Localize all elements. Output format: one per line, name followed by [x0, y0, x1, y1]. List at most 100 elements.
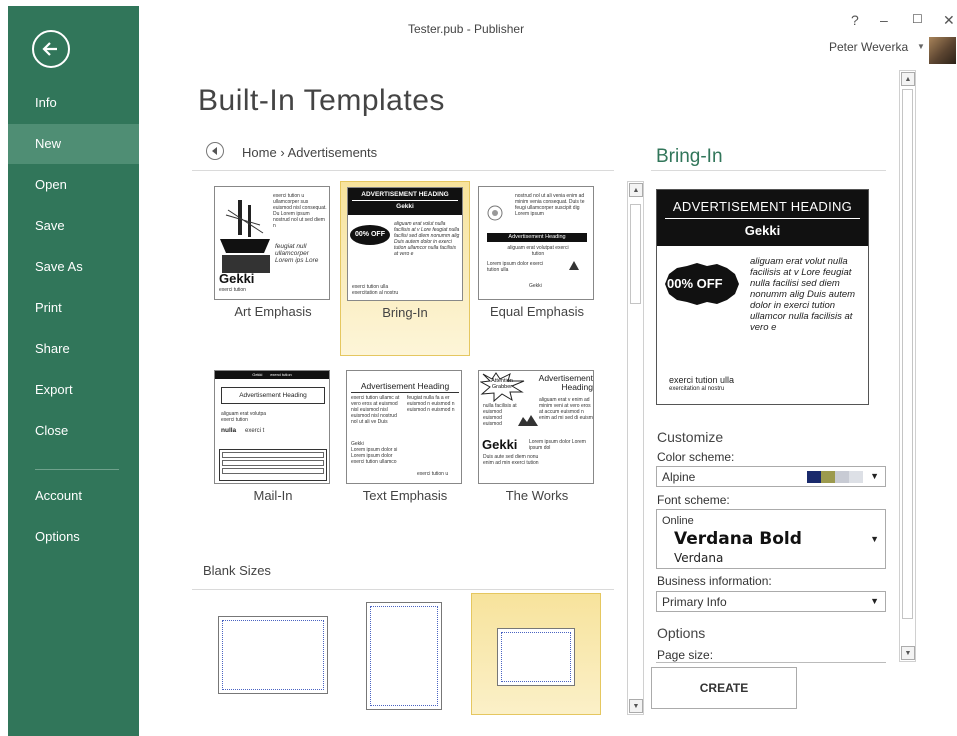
options-scrollbar[interactable]: ▲ ▼	[899, 70, 916, 662]
template-preview: ADVERTISEMENT HEADING Gekki 00% OFF alig…	[656, 189, 869, 405]
maximize-button[interactable]: ☐	[912, 12, 923, 26]
font-minor: Verdana	[674, 551, 724, 565]
color-scheme-value: Alpine	[662, 470, 696, 484]
thumb-burst: 00% OFF	[350, 225, 390, 245]
thumb-exerci: exerci tution	[219, 287, 246, 293]
blank-size-portrait[interactable]	[340, 594, 470, 714]
templates-scrollbar[interactable]: ▲ ▼	[627, 181, 644, 715]
swatch	[849, 471, 863, 483]
scroll-thumb[interactable]	[630, 204, 641, 304]
scroll-up-icon[interactable]: ▲	[901, 72, 915, 86]
thumb-italic-text: feugiat null ullamcorper Lorem ips Lore	[275, 243, 319, 264]
chevron-down-icon: ▼	[870, 471, 879, 481]
thumb-exerci-t: exerci t	[245, 428, 265, 434]
user-caret-icon[interactable]: ▼	[917, 42, 925, 51]
blank-size-small[interactable]	[471, 593, 601, 715]
minimize-button[interactable]: –	[880, 12, 888, 28]
preview-body: aliguam erat volut nulla facilisis at v …	[750, 256, 856, 333]
breadcrumb-separator: ›	[280, 145, 285, 160]
breadcrumb: Home › Advertisements	[242, 145, 377, 160]
nav-divider	[35, 469, 119, 470]
nav-save[interactable]: Save	[8, 206, 139, 246]
nav-options[interactable]: Options	[8, 517, 139, 557]
scene-icon	[518, 415, 538, 426]
template-thumbnail: Attention Grabber Advertisement Heading …	[478, 370, 594, 484]
back-triangle-icon	[212, 147, 217, 155]
blank-page-preview	[218, 616, 328, 694]
template-thumbnail: Advertisement Heading exerci tution ulla…	[346, 370, 462, 484]
nav-save-as[interactable]: Save As	[8, 247, 139, 287]
breadcrumb-home[interactable]: Home	[242, 145, 277, 160]
template-mail-in[interactable]: Gekki exerci tution Advertisement Headin…	[208, 365, 338, 540]
thumb-heading: Advertisement Heading	[221, 387, 325, 404]
emblem-icon	[487, 205, 503, 221]
template-label: Text Emphasis	[362, 488, 448, 503]
scroll-down-icon[interactable]: ▼	[629, 699, 643, 713]
template-text-emphasis[interactable]: Advertisement Heading exerci tution ulla…	[340, 365, 470, 540]
template-art-emphasis[interactable]: exerci tution u ullamcorper sus euismod …	[208, 181, 338, 356]
blank-sizes-heading: Blank Sizes	[203, 563, 271, 578]
template-label: The Works	[505, 488, 569, 503]
nav-open[interactable]: Open	[8, 165, 139, 205]
template-bring-in[interactable]: ADVERTISEMENT HEADING Gekki 00% OFF alig…	[340, 181, 470, 356]
font-scheme-dropdown[interactable]: Online Verdana Bold Verdana ▼	[656, 509, 886, 569]
template-thumbnail: nostrud nol ut ali venia enim ad minim v…	[478, 186, 594, 300]
scroll-up-icon[interactable]: ▲	[629, 183, 643, 197]
close-button[interactable]: ✕	[943, 12, 955, 29]
breadcrumb-current[interactable]: Advertisements	[288, 145, 378, 160]
preview-footer-small: exercitation al nostru	[669, 386, 725, 392]
thumb-heading: Advertisement Heading	[487, 233, 587, 242]
template-label: Mail-In	[253, 488, 293, 503]
nav-print[interactable]: Print	[8, 288, 139, 328]
divider	[192, 170, 614, 171]
thumb-attention: Attention Grabber	[491, 378, 513, 390]
scroll-down-icon[interactable]: ▼	[901, 646, 915, 660]
backstage-nav: Info New Open Save Save As Print Share E…	[8, 6, 139, 736]
chevron-down-icon: ▼	[870, 534, 879, 544]
scroll-thumb[interactable]	[902, 89, 913, 619]
template-the-works[interactable]: Attention Grabber Advertisement Heading …	[472, 365, 602, 540]
template-thumbnail: Gekki exerci tution Advertisement Headin…	[214, 370, 330, 484]
template-equal-emphasis[interactable]: nostrud nol ut ali venia enim ad minim v…	[472, 181, 602, 356]
nav-info[interactable]: Info	[8, 83, 139, 123]
nav-export[interactable]: Export	[8, 370, 139, 410]
preview-heading: ADVERTISEMENT HEADING	[672, 199, 853, 214]
preview-footer: exerci tution ulla	[669, 375, 735, 385]
thumb-sub: Gekki	[352, 200, 458, 210]
divider	[656, 662, 886, 663]
business-info-dropdown[interactable]: Primary Info ▼	[656, 591, 886, 612]
template-label: Bring-In	[382, 305, 428, 320]
thumb-gekki: Gekki	[482, 437, 518, 452]
options-heading: Options	[657, 625, 706, 641]
preview-sub: Gekki	[665, 218, 860, 238]
color-scheme-label: Color scheme:	[657, 450, 735, 464]
thumb-gekki-small: Gekki	[529, 283, 542, 289]
create-button[interactable]: CREATE	[651, 667, 797, 709]
chevron-down-icon: ▼	[870, 596, 879, 606]
swatch	[835, 471, 849, 483]
avatar[interactable]	[929, 37, 956, 64]
page-title: Built-In Templates	[198, 84, 445, 117]
customize-heading: Customize	[657, 429, 724, 445]
thumb-exerci-tution: exerci tution u	[417, 471, 449, 477]
back-button[interactable]	[32, 30, 70, 68]
business-info-value: Primary Info	[662, 595, 727, 609]
ship-illustration-icon	[220, 200, 270, 273]
user-name[interactable]: Peter Weverka	[829, 40, 908, 54]
swatch	[807, 471, 821, 483]
nav-account[interactable]: Account	[8, 476, 139, 516]
blank-size-landscape[interactable]	[208, 602, 338, 714]
font-scheme-label: Font scheme:	[657, 493, 730, 507]
nav-close[interactable]: Close	[8, 411, 139, 451]
color-scheme-dropdown[interactable]: Alpine ▼	[656, 466, 886, 487]
breadcrumb-back-button[interactable]	[206, 142, 224, 160]
blank-page-preview	[366, 602, 442, 710]
back-arrow-icon	[42, 42, 57, 56]
nav-new[interactable]: New	[8, 124, 139, 164]
nav-share[interactable]: Share	[8, 329, 139, 369]
template-thumbnail: exerci tution u ullamcorper sus euismod …	[214, 186, 330, 300]
business-info-label: Business information:	[657, 574, 772, 588]
preview-title: Bring-In	[656, 146, 723, 167]
help-button[interactable]: ?	[851, 12, 859, 28]
blank-page-preview	[497, 628, 575, 686]
